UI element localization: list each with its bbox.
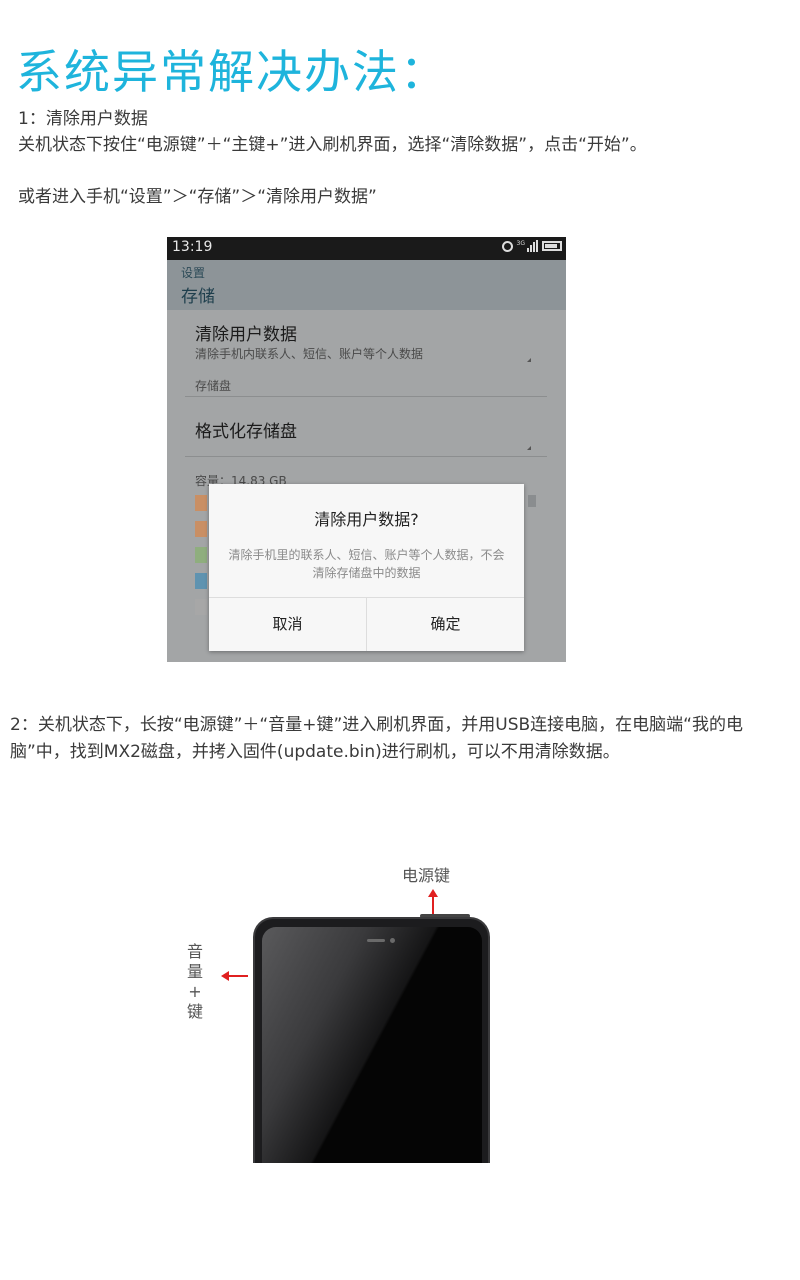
- divider: [185, 456, 547, 457]
- step1-settings-path: 或者进入手机“设置”＞“存储”＞“清除用户数据”: [18, 187, 377, 207]
- page-title: 存储: [181, 287, 215, 307]
- storage-section-label: 存储盘: [195, 379, 232, 393]
- volume-key-label: 音量 + 键: [186, 942, 203, 1021]
- phone-illustration: [253, 917, 490, 1163]
- clear-user-data-subtitle: 清除手机内联系人、短信、账户等个人数据: [195, 347, 424, 361]
- cancel-button[interactable]: 取消: [209, 598, 366, 651]
- left-arrow-icon: [221, 971, 248, 981]
- breadcrumb[interactable]: 设置: [181, 264, 205, 281]
- 3g-icon: 3G: [516, 240, 525, 247]
- step1-instruction: 关机状态下按住“电源键”＋“主键+”进入刷机界面，选择“清除数据”，点击“开始”…: [18, 135, 647, 155]
- status-time: 13:19: [172, 239, 213, 255]
- battery-icon: [542, 241, 562, 251]
- storage-legend-swatch: [195, 547, 207, 563]
- storage-legend-swatch: [195, 521, 207, 537]
- divider: [185, 396, 547, 397]
- page-heading: 系统异常解决办法：: [16, 45, 448, 99]
- confirm-button[interactable]: 确定: [367, 598, 524, 651]
- power-key-label: 电源键: [402, 866, 451, 885]
- clear-user-data-item[interactable]: 清除用户数据: [195, 320, 297, 345]
- expand-corner-icon: [527, 446, 531, 450]
- signal-icon: [527, 240, 538, 252]
- phone-buttons-diagram: 电源键 音量 + 键: [180, 850, 500, 1170]
- step2-instruction: 2：关机状态下，长按“电源键”＋“音量+键”进入刷机界面，并用USB连接电脑，在…: [10, 715, 743, 762]
- clear-data-dialog: 清除用户数据? 清除手机里的联系人、短信、账户等个人数据，不会清除存储盘中的数据…: [209, 484, 524, 651]
- status-bar: 13:19 3G: [167, 237, 566, 260]
- speaker-icon: [367, 939, 385, 942]
- usage-bar: [528, 495, 536, 507]
- expand-corner-icon: [527, 358, 531, 362]
- storage-legend-swatch: [195, 599, 207, 615]
- phone-settings-screenshot: 13:19 3G 设置 存储 清除用户数据 清除手机内联系人、短信、账户等个人数…: [167, 237, 566, 662]
- phone-screen: [262, 927, 482, 1163]
- storage-legend-swatch: [195, 573, 207, 589]
- storage-legend-swatch: [195, 495, 207, 511]
- step1-title: 1：清除用户数据: [18, 109, 148, 129]
- dialog-message: 清除手机里的联系人、短信、账户等个人数据，不会清除存储盘中的数据: [228, 548, 505, 580]
- dialog-title: 清除用户数据?: [314, 510, 419, 529]
- format-storage-item[interactable]: 格式化存储盘: [195, 417, 297, 442]
- up-arrow-icon: [428, 889, 438, 914]
- alarm-icon: [501, 240, 513, 252]
- camera-icon: [390, 938, 395, 943]
- action-bar: 设置 存储: [167, 260, 566, 310]
